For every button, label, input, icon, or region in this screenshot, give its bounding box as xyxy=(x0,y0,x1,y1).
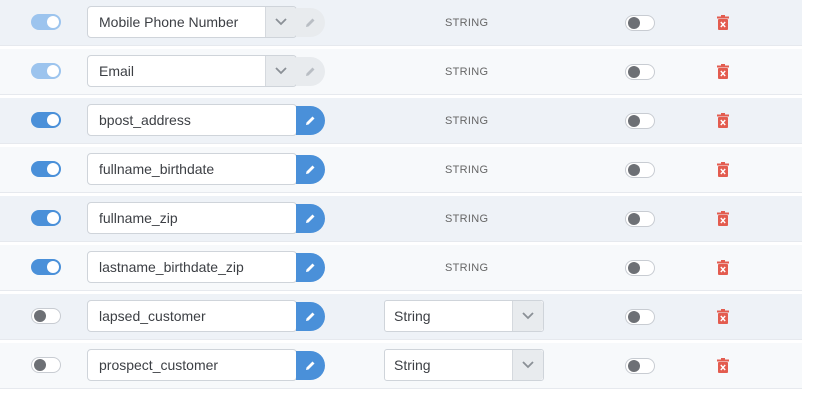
fields-table: Mobile Phone Number STRING Email STRING xyxy=(0,0,802,389)
table-row: fullname_birthdate STRING xyxy=(0,147,802,193)
field-type-label: STRING xyxy=(445,262,489,274)
field-name-input[interactable]: fullname_birthdate xyxy=(87,153,297,185)
secondary-toggle[interactable] xyxy=(625,260,655,276)
edit-button[interactable] xyxy=(296,302,325,331)
secondary-toggle[interactable] xyxy=(625,113,655,129)
edit-button[interactable] xyxy=(296,204,325,233)
edit-button[interactable] xyxy=(296,106,325,135)
chevron-down-icon[interactable] xyxy=(512,350,543,380)
field-name-input[interactable]: lastname_birthdate_zip xyxy=(87,251,297,283)
pencil-icon xyxy=(306,165,315,174)
secondary-toggle[interactable] xyxy=(625,162,655,178)
table-row: Email STRING xyxy=(0,49,802,95)
table-row: fullname_zip STRING xyxy=(0,196,802,242)
field-name-value: Email xyxy=(99,63,135,79)
pencil-icon xyxy=(306,67,315,76)
field-name-input[interactable]: lapsed_customer xyxy=(87,300,297,332)
field-enabled-toggle[interactable] xyxy=(31,14,61,30)
trash-icon[interactable] xyxy=(717,211,729,226)
edit-button[interactable] xyxy=(296,253,325,282)
trash-icon[interactable] xyxy=(717,15,729,30)
field-type-label: STRING xyxy=(445,164,489,176)
field-type-label: STRING xyxy=(445,213,489,225)
field-enabled-toggle[interactable] xyxy=(31,63,61,79)
table-row: lapsed_customer String xyxy=(0,294,802,340)
field-name-value: lastname_birthdate_zip xyxy=(99,259,244,275)
field-name-value: prospect_customer xyxy=(99,357,219,373)
chevron-down-icon[interactable] xyxy=(265,7,296,37)
edit-button[interactable] xyxy=(296,57,325,86)
field-enabled-toggle[interactable] xyxy=(31,112,61,128)
secondary-toggle[interactable] xyxy=(625,358,655,374)
field-name-value: Mobile Phone Number xyxy=(99,14,239,30)
field-enabled-toggle[interactable] xyxy=(31,259,61,275)
field-name-input[interactable]: fullname_zip xyxy=(87,202,297,234)
field-name-input[interactable]: prospect_customer xyxy=(87,349,297,381)
trash-icon[interactable] xyxy=(717,358,729,373)
field-type-select[interactable]: String xyxy=(384,300,544,332)
pencil-icon xyxy=(306,361,315,370)
edit-button[interactable] xyxy=(296,155,325,184)
field-enabled-toggle[interactable] xyxy=(31,308,61,324)
pencil-icon xyxy=(306,312,315,321)
field-name-value: fullname_zip xyxy=(99,210,178,226)
trash-icon[interactable] xyxy=(717,64,729,79)
field-type-label: STRING xyxy=(445,66,489,78)
table-row: prospect_customer String xyxy=(0,343,802,389)
pencil-icon xyxy=(306,116,315,125)
trash-icon[interactable] xyxy=(717,162,729,177)
table-row: lastname_birthdate_zip STRING xyxy=(0,245,802,291)
trash-icon[interactable] xyxy=(717,113,729,128)
field-type-label: STRING xyxy=(445,115,489,127)
edit-button[interactable] xyxy=(296,351,325,380)
field-type-value: String xyxy=(394,357,431,373)
trash-icon[interactable] xyxy=(717,260,729,275)
edit-button[interactable] xyxy=(296,8,325,37)
chevron-down-icon[interactable] xyxy=(512,301,543,331)
secondary-toggle[interactable] xyxy=(625,309,655,325)
pencil-icon xyxy=(306,263,315,272)
trash-icon[interactable] xyxy=(717,309,729,324)
field-name-input[interactable]: bpost_address xyxy=(87,104,297,136)
field-type-label: STRING xyxy=(445,17,489,29)
secondary-toggle[interactable] xyxy=(625,15,655,31)
field-name-value: lapsed_customer xyxy=(99,308,206,324)
pencil-icon xyxy=(306,18,315,27)
field-name-select[interactable]: Email xyxy=(87,55,297,87)
table-row: bpost_address STRING xyxy=(0,98,802,144)
field-name-select[interactable]: Mobile Phone Number xyxy=(87,6,297,38)
field-type-select[interactable]: String xyxy=(384,349,544,381)
field-name-value: bpost_address xyxy=(99,112,191,128)
pencil-icon xyxy=(306,214,315,223)
chevron-down-icon[interactable] xyxy=(265,56,296,86)
secondary-toggle[interactable] xyxy=(625,64,655,80)
field-enabled-toggle[interactable] xyxy=(31,161,61,177)
table-row: Mobile Phone Number STRING xyxy=(0,0,802,46)
field-type-value: String xyxy=(394,308,431,324)
field-name-value: fullname_birthdate xyxy=(99,161,215,177)
secondary-toggle[interactable] xyxy=(625,211,655,227)
field-enabled-toggle[interactable] xyxy=(31,357,61,373)
field-enabled-toggle[interactable] xyxy=(31,210,61,226)
